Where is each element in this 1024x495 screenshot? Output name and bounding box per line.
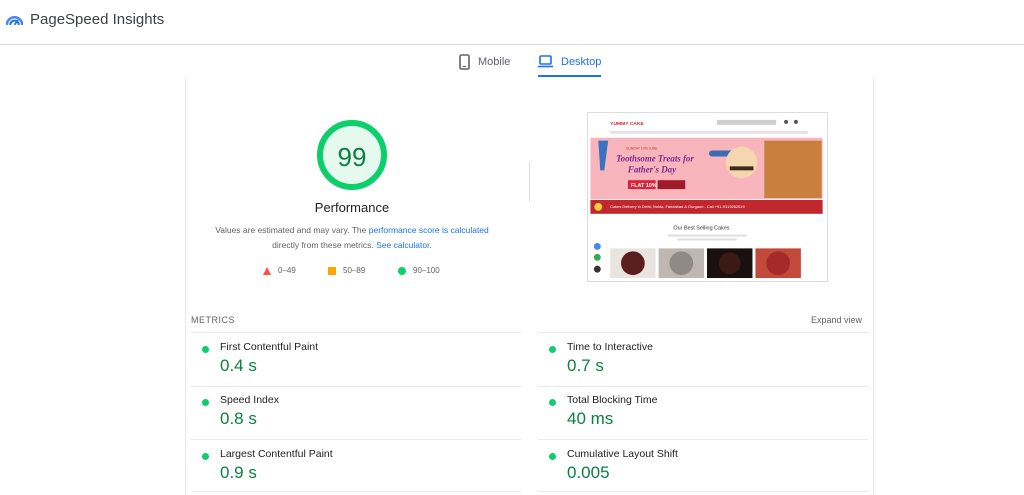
performance-title: Performance bbox=[314, 200, 390, 215]
screenshot-brand: YUMMY CAKE bbox=[610, 121, 644, 127]
metrics-divider bbox=[191, 332, 521, 333]
metric-name: Speed Index bbox=[220, 394, 279, 406]
screenshot-headline-2: Father's Day bbox=[627, 164, 676, 174]
metric-value: 0.7 s bbox=[567, 356, 604, 375]
app-header: PageSpeed Insights bbox=[0, 0, 1024, 45]
metric-time-to-interactive: Time to Interactive 0.7 s bbox=[539, 334, 839, 384]
tab-desktop-label: Desktop bbox=[561, 55, 602, 68]
screenshot-offer: FLAT 10% bbox=[631, 183, 657, 189]
page-screenshot: YUMMY CAKE SUNDAY 19th JUNE Toothsome Tr… bbox=[587, 112, 828, 282]
pass-dot-icon bbox=[202, 453, 209, 460]
metric-value: 0.005 bbox=[567, 463, 610, 482]
tab-desktop[interactable]: Desktop bbox=[538, 45, 602, 78]
calculator-link[interactable]: See calculator. bbox=[376, 240, 432, 250]
metric-value: 0.8 s bbox=[220, 409, 257, 428]
tab-mobile[interactable]: Mobile bbox=[459, 45, 510, 78]
screenshot-section-title: Our Best Selling Cakes bbox=[673, 226, 729, 232]
legend-pass-label: 90–100 bbox=[413, 266, 440, 275]
performance-score: 99 bbox=[337, 142, 367, 172]
metric-name: Largest Contentful Paint bbox=[220, 448, 333, 460]
legend-fail: 0–49 bbox=[263, 266, 296, 275]
screenshot-headline-1: Toothsome Treats for bbox=[616, 153, 694, 163]
metric-total-blocking-time: Total Blocking Time 40 ms bbox=[539, 387, 839, 437]
phone-icon bbox=[459, 53, 470, 70]
metric-value: 40 ms bbox=[567, 409, 614, 428]
metrics-label: METRICS bbox=[191, 315, 235, 325]
fail-triangle-icon bbox=[263, 266, 271, 275]
pass-circle-icon bbox=[398, 266, 406, 275]
screenshot-delivery: Cakes Delivery in Delhi, Noida, Faridaba… bbox=[610, 204, 745, 209]
metric-first-contentful-paint: First Contentful Paint 0.4 s bbox=[192, 334, 492, 384]
metric-name: First Contentful Paint bbox=[220, 341, 319, 353]
tab-mobile-label: Mobile bbox=[478, 55, 511, 68]
metric-name: Time to Interactive bbox=[567, 341, 653, 353]
laptop-icon bbox=[538, 55, 553, 68]
pass-dot-icon bbox=[549, 399, 556, 406]
metric-cumulative-layout-shift: Cumulative Layout Shift 0.005 bbox=[539, 441, 839, 491]
metric-name: Cumulative Layout Shift bbox=[567, 448, 678, 460]
metrics-divider bbox=[538, 332, 868, 333]
metrics-divider bbox=[538, 439, 868, 440]
screenshot-event-date: SUNDAY 19th JUNE bbox=[626, 147, 658, 151]
metrics-divider bbox=[191, 491, 521, 492]
pass-dot-icon bbox=[202, 346, 209, 353]
legend-pass: 90–100 bbox=[398, 266, 440, 275]
performance-score-link[interactable]: performance score is calculated bbox=[369, 225, 489, 235]
average-square-icon bbox=[328, 266, 336, 275]
legend-average: 50–89 bbox=[328, 266, 365, 275]
performance-description-text: Values are estimated and may vary. The bbox=[215, 225, 369, 235]
pass-dot-icon bbox=[202, 399, 209, 406]
device-tabs: Mobile Desktop bbox=[0, 45, 1024, 78]
expand-view-button[interactable]: Expand view bbox=[780, 315, 862, 325]
performance-description-text-2: directly from these metrics. bbox=[272, 240, 377, 250]
metric-value: 0.9 s bbox=[220, 463, 257, 482]
metric-name: Total Blocking Time bbox=[567, 394, 658, 406]
metric-value: 0.4 s bbox=[220, 356, 257, 375]
metric-speed-index: Speed Index 0.8 s bbox=[192, 387, 492, 437]
metrics-divider bbox=[538, 491, 868, 492]
metric-largest-contentful-paint: Largest Contentful Paint 0.9 s bbox=[192, 441, 492, 491]
vertical-divider bbox=[529, 162, 530, 202]
legend-fail-label: 0–49 bbox=[278, 266, 296, 275]
legend-average-label: 50–89 bbox=[343, 266, 366, 275]
performance-description: Values are estimated and may vary. The p… bbox=[205, 223, 499, 253]
pagespeed-logo-icon bbox=[6, 16, 23, 26]
app-title: PageSpeed Insights bbox=[30, 11, 165, 28]
pass-dot-icon bbox=[549, 453, 556, 460]
metrics-divider bbox=[191, 439, 521, 440]
pass-dot-icon bbox=[549, 346, 556, 353]
